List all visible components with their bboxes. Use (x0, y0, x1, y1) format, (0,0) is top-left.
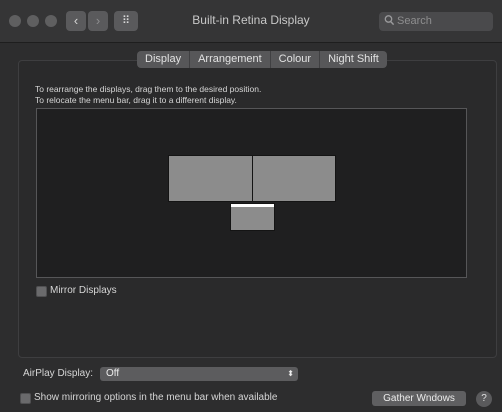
search-placeholder: Search (397, 15, 432, 27)
instruction-line-2: To relocate the menu bar, drag it to a d… (35, 95, 237, 105)
instruction-line-1: To rearrange the displays, drag them to … (35, 84, 262, 94)
help-button[interactable]: ? (476, 391, 492, 407)
gather-windows-button[interactable]: Gather Wndows (372, 391, 466, 406)
search-icon (384, 15, 395, 26)
display-built-in[interactable] (230, 203, 275, 231)
display-left[interactable] (168, 155, 253, 202)
tab-colour[interactable]: Colour (271, 51, 321, 68)
show-mirroring-checkbox[interactable] (20, 393, 31, 404)
title-bar: ‹ › ⠿ Built-in Retina Display Search (0, 0, 502, 43)
tab-display[interactable]: Display (137, 51, 191, 68)
airplay-display-value: Off (106, 368, 120, 379)
menu-bar-indicator[interactable] (231, 204, 274, 207)
show-mirroring-label: Show mirroring options in the menu bar w… (34, 392, 278, 403)
display-arrangement-area (36, 108, 467, 278)
airplay-display-label: AirPlay Display: (23, 368, 94, 379)
tab-arrangement[interactable]: Arrangement (190, 51, 271, 68)
tab-night-shift[interactable]: Night Shift (320, 51, 387, 68)
mirror-displays-label: Mirror Displays (50, 285, 117, 296)
mirror-displays-checkbox[interactable] (36, 286, 47, 297)
airplay-display-select[interactable]: Off ⬍ (100, 367, 298, 381)
display-right[interactable] (252, 155, 336, 202)
search-input[interactable]: Search (379, 12, 493, 31)
select-arrows-icon: ⬍ (287, 369, 294, 378)
tab-bar: Display Arrangement Colour Night Shift (137, 51, 387, 68)
